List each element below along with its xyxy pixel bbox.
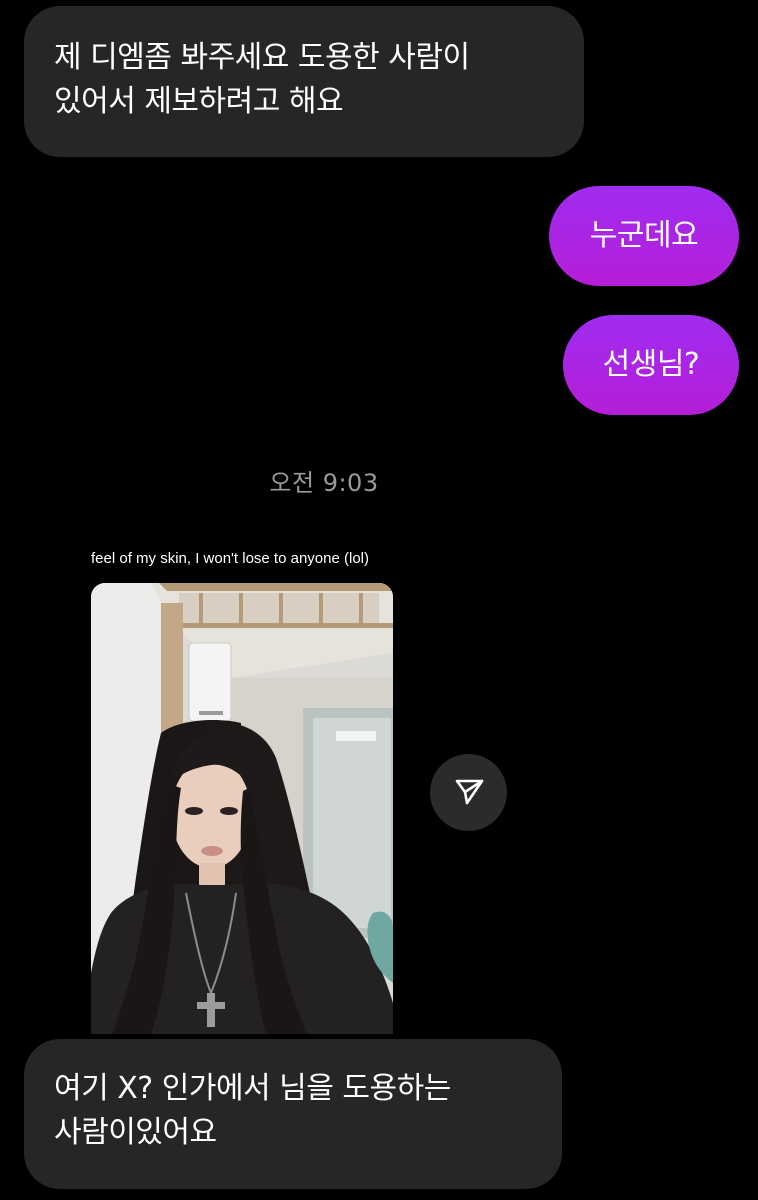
message-line: 제 디엠좀 봐주세요 도용한 사람이 [54,40,470,75]
incoming-message[interactable]: 여기 X? 인가에서 님을 도용하는 사람이있어요 [24,1039,562,1189]
shared-post-caption: feel of my skin, I won't lose to anyone … [91,550,369,567]
incoming-message[interactable]: 제 디엠좀 봐주세요 도용한 사람이 있어서 제보하려고 해요 [24,6,584,157]
outgoing-message[interactable]: 누군데요 [549,186,739,286]
message-line: 사람이있어요 [54,1115,217,1150]
message-line: 선생님? [602,347,700,382]
message-line: 누군데요 [589,218,699,253]
share-button[interactable] [430,754,507,831]
send-arrow-icon [452,774,486,812]
message-line: 있어서 제보하려고 해요 [54,84,344,119]
message-line: 여기 X? 인가에서 님을 도용하는 [54,1071,451,1106]
shared-post-image[interactable] [91,583,393,1034]
outgoing-message[interactable]: 선생님? [563,315,739,415]
timestamp: 오전 9:03 [269,469,379,497]
